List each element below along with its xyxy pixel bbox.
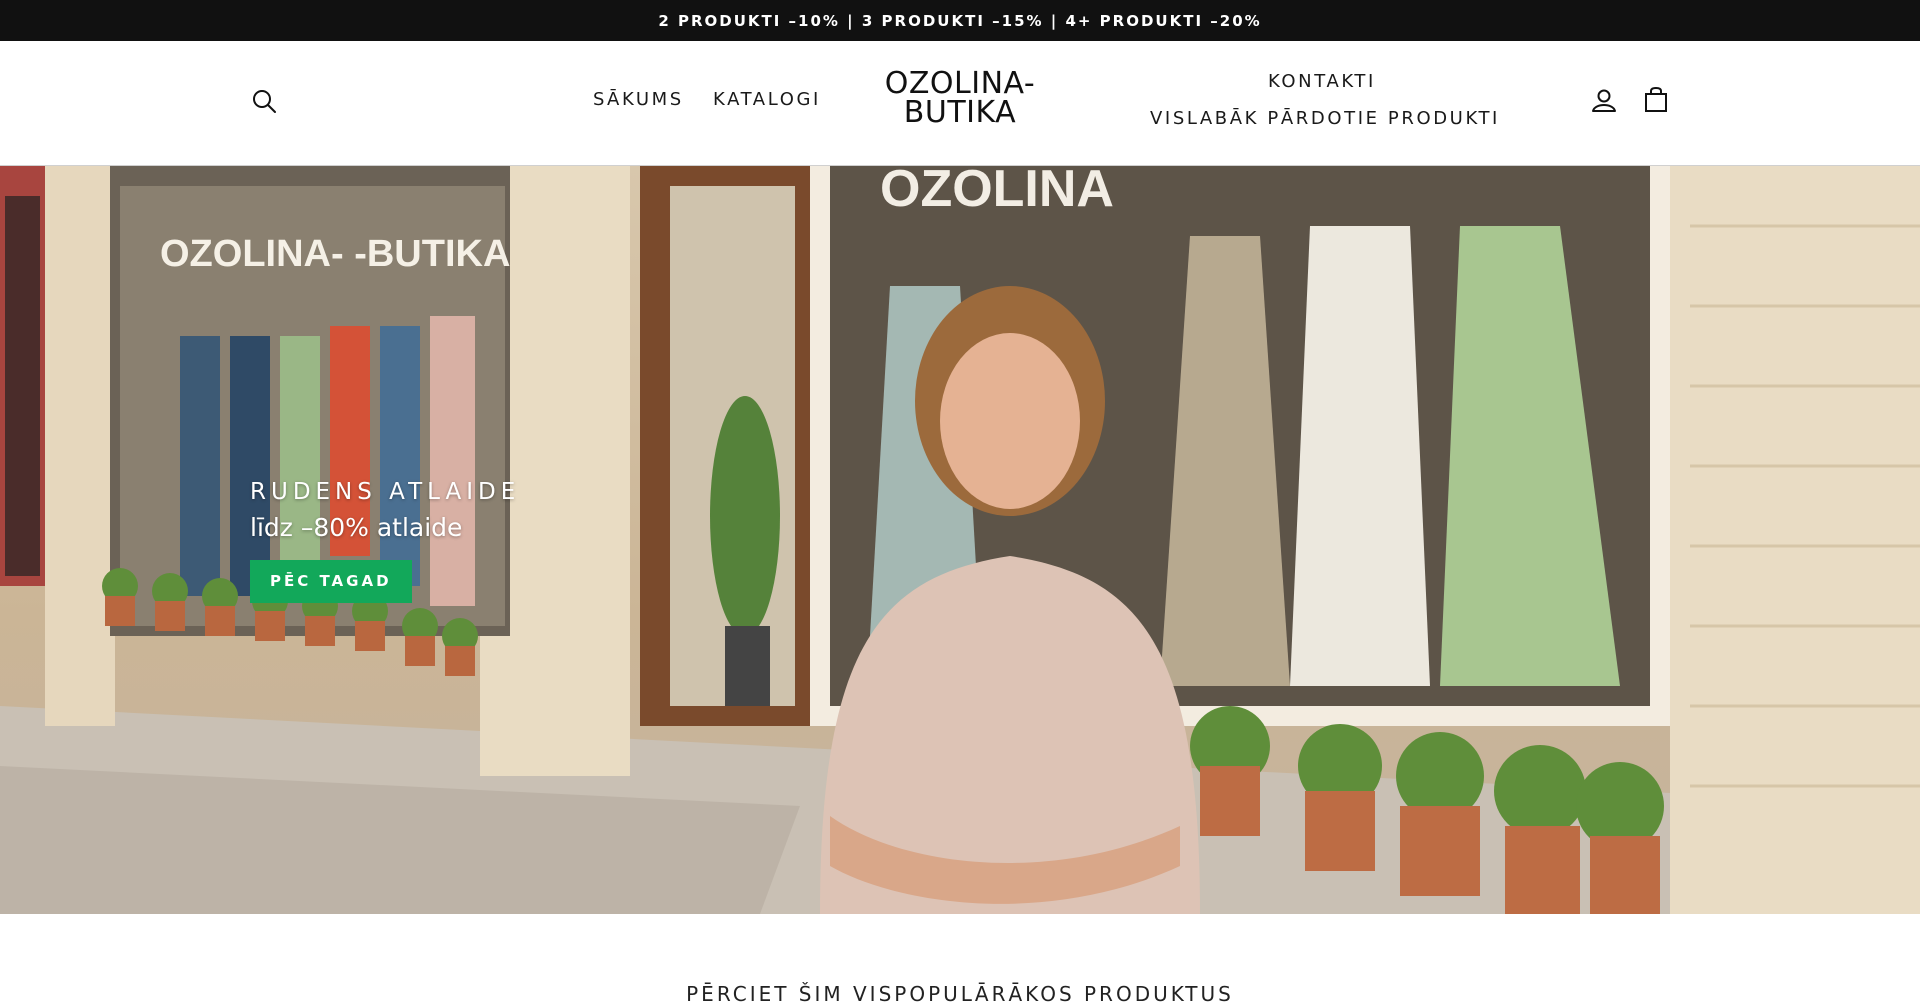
nav-link-bestsellers[interactable]: VISLABĀK PĀRDOTIE PRODUKTI	[1150, 108, 1500, 129]
search-button[interactable]	[250, 87, 278, 115]
shop-sign-window: OZOLINA	[880, 166, 1114, 218]
nav-link-sakums[interactable]: SĀKUMS	[593, 89, 684, 110]
hero-content: RUDENS ATLAIDE līdz –80% atlaide PĒC TAG…	[250, 479, 520, 603]
section-heading: PĒRCIET ŠIM VISPOPULĀRĀKOS PRODUKTUS	[686, 982, 1234, 1006]
announcement-bar: 2 PRODUKTI –10% | 3 PRODUKTI –15% | 4+ P…	[0, 0, 1920, 41]
announcement-text: 2 PRODUKTI –10% | 3 PRODUKTI –15% | 4+ P…	[658, 11, 1262, 30]
nav-link-katalogi[interactable]: KATALOGI	[713, 89, 821, 110]
nav-link-kontakti[interactable]: KONTAKTI	[1268, 71, 1376, 92]
shop-now-button[interactable]: PĒC TAGAD	[250, 560, 412, 603]
site-header: SĀKUMS KATALOGI OZOLINA- BUTIKA KONTAKTI…	[0, 41, 1920, 166]
search-icon	[253, 90, 276, 113]
user-icon	[1592, 89, 1616, 112]
hero-title: līdz –80% atlaide	[250, 513, 463, 542]
cart-button[interactable]	[1641, 85, 1671, 115]
site-logo[interactable]: OZOLINA- BUTIKA	[860, 66, 1060, 130]
hero-banner: OZOLINA- -BUTIKA OZOLINA RUDENS ATLAIDE …	[0, 166, 1920, 914]
logo-line-1: OZOLINA-	[884, 66, 1036, 101]
account-button[interactable]	[1589, 86, 1619, 116]
logo-line-2: BUTIKA	[903, 95, 1017, 130]
hero-subtitle: RUDENS ATLAIDE	[250, 479, 521, 505]
shop-sign-left: OZOLINA- -BUTIKA	[160, 233, 510, 275]
bag-icon	[1645, 86, 1667, 112]
